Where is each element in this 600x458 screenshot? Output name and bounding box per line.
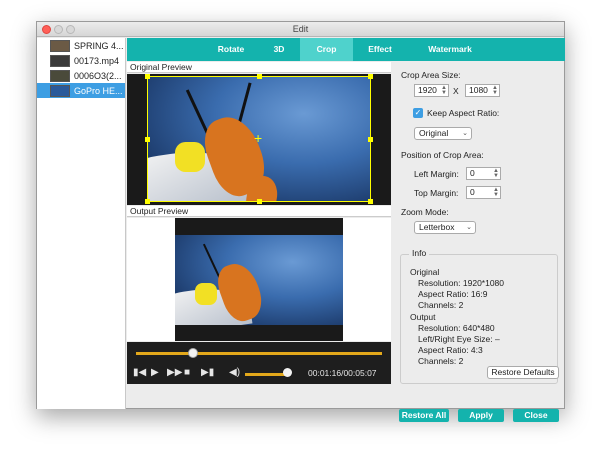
file-item-0[interactable]: SPRING 4... <box>37 38 125 53</box>
crop-position-label: Position of Crop Area: <box>401 150 484 160</box>
zoom-mode-label: Zoom Mode: <box>401 207 449 217</box>
left-margin-label: Left Margin: <box>414 169 459 179</box>
stepper-icon[interactable]: ▲ ▼ <box>441 85 447 96</box>
info-output-resolution: Resolution: 640*480 <box>418 323 495 333</box>
info-output-eye-size: Left/Right Eye Size: – <box>418 334 500 344</box>
file-list: SPRING 4... 00173.mp4 0006O3(2... GoPro … <box>37 38 126 409</box>
crop-width-field[interactable]: 1920 ▲ ▼ <box>414 84 449 97</box>
top-margin-value: 0 <box>470 187 475 197</box>
apply-button[interactable]: Apply <box>458 409 504 422</box>
top-margin-field[interactable]: 0 ▲ ▼ <box>466 186 501 199</box>
edit-tab-bar: Rotate 3D Crop Effect Watermark <box>127 38 565 61</box>
crop-handle-bottom-left[interactable] <box>145 199 150 204</box>
crop-settings-panel: Crop Area Size: 1920 ▲ ▼ X 1080 ▲ ▼ ✓ Keep… <box>393 62 565 402</box>
speaker-icon[interactable]: ◀) <box>229 367 240 379</box>
file-thumbnail <box>50 69 70 82</box>
crop-area-size-label: Crop Area Size: <box>401 70 461 80</box>
volume-slider[interactable] <box>245 373 288 376</box>
timecode: 00:01:16/00:05:07 <box>308 368 377 378</box>
close-window-icon[interactable] <box>42 25 51 34</box>
crosshair-icon: + <box>254 130 263 146</box>
info-original-heading: Original <box>410 267 440 277</box>
crop-width-value: 1920 <box>418 85 437 95</box>
crop-rectangle[interactable]: + <box>145 74 373 204</box>
close-button[interactable]: Close <box>513 409 559 422</box>
tab-watermark[interactable]: Watermark <box>415 38 485 61</box>
aspect-ratio-select[interactable]: Original ⌄ <box>414 127 472 140</box>
stop-icon[interactable]: ■ <box>184 367 190 379</box>
info-original-channels: Channels: 2 <box>418 300 464 310</box>
file-item-3[interactable]: GoPro HE... <box>37 83 125 98</box>
restore-defaults-button[interactable]: Restore Defaults <box>487 366 559 379</box>
file-item-2[interactable]: 0006O3(2... <box>37 68 125 83</box>
window-title: Edit <box>292 24 309 34</box>
file-name: SPRING 4... <box>74 40 124 51</box>
chevron-down-icon: ⌄ <box>462 130 468 137</box>
info-original-aspect: Aspect Ratio: 16:9 <box>418 289 488 299</box>
top-margin-label: Top Margin: <box>414 188 459 198</box>
tab-effect[interactable]: Effect <box>355 38 405 61</box>
tab-crop[interactable]: Crop <box>300 38 353 61</box>
seek-slider[interactable] <box>136 352 382 355</box>
crop-handle-top-left[interactable] <box>145 74 150 79</box>
fast-forward-icon[interactable]: ▶▶ <box>167 367 182 379</box>
seek-thumb[interactable] <box>187 348 198 358</box>
file-thumbnail <box>50 84 70 97</box>
keep-aspect-checkbox[interactable]: ✓ <box>413 108 423 118</box>
info-legend: Info <box>409 248 430 258</box>
tab-3d[interactable]: 3D <box>259 38 299 61</box>
crop-height-field[interactable]: 1080 ▲ ▼ <box>465 84 500 97</box>
left-margin-field[interactable]: 0 ▲ ▼ <box>466 167 501 180</box>
output-preview <box>127 218 391 341</box>
file-name: 00173.mp4 <box>74 55 120 66</box>
stepper-icon[interactable]: ▲ ▼ <box>493 168 499 179</box>
info-output-aspect: Aspect Ratio: 4:3 <box>418 345 483 355</box>
original-preview: + <box>127 74 391 205</box>
crop-handle-bottom-right[interactable] <box>368 199 373 204</box>
volume-thumb[interactable] <box>283 368 292 377</box>
crop-handle-right[interactable] <box>368 137 373 142</box>
minimize-window-icon[interactable] <box>54 25 63 34</box>
stepper-icon[interactable]: ▲ ▼ <box>493 187 499 198</box>
restore-all-button[interactable]: Restore All <box>399 409 449 422</box>
file-name: GoPro HE... <box>74 85 123 96</box>
tab-rotate[interactable]: Rotate <box>207 38 255 61</box>
keep-aspect-label: Keep Aspect Ratio: <box>427 108 500 118</box>
crop-handle-bottom[interactable] <box>257 199 262 204</box>
file-thumbnail <box>50 54 70 67</box>
info-original-resolution: Resolution: 1920*1080 <box>418 278 505 288</box>
file-name: 0006O3(2... <box>74 70 122 81</box>
crop-height-value: 1080 <box>469 85 488 95</box>
output-preview-title: Output Preview <box>127 206 391 217</box>
crop-handle-top[interactable] <box>257 74 262 79</box>
aspect-ratio-value: Original <box>419 128 449 138</box>
crop-handle-left[interactable] <box>145 137 150 142</box>
info-output-heading: Output <box>410 312 436 322</box>
crop-handle-top-right[interactable] <box>368 74 373 79</box>
zoom-mode-value: Letterbox <box>419 222 455 232</box>
skier-glove-graphic <box>195 283 217 305</box>
play-icon[interactable]: ▶ <box>151 367 159 379</box>
size-separator: X <box>453 86 459 96</box>
zoom-window-icon[interactable] <box>66 25 75 34</box>
original-preview-title: Original Preview <box>127 62 391 73</box>
previous-frame-icon[interactable]: ▮◀ <box>133 367 146 379</box>
edit-window: Edit SPRING 4... 00173.mp4 0006O3(2... G… <box>36 21 565 422</box>
next-frame-icon[interactable]: ▶▮ <box>201 367 214 379</box>
chevron-down-icon: ⌄ <box>466 224 472 231</box>
file-thumbnail <box>50 39 70 52</box>
output-video-frame <box>175 235 343 325</box>
info-output-channels: Channels: 2 <box>418 356 464 366</box>
file-item-1[interactable]: 00173.mp4 <box>37 53 125 68</box>
title-bar: Edit <box>37 22 564 37</box>
left-margin-value: 0 <box>470 168 475 178</box>
zoom-mode-select[interactable]: Letterbox ⌄ <box>414 221 476 234</box>
stepper-icon[interactable]: ▲ ▼ <box>492 85 498 96</box>
